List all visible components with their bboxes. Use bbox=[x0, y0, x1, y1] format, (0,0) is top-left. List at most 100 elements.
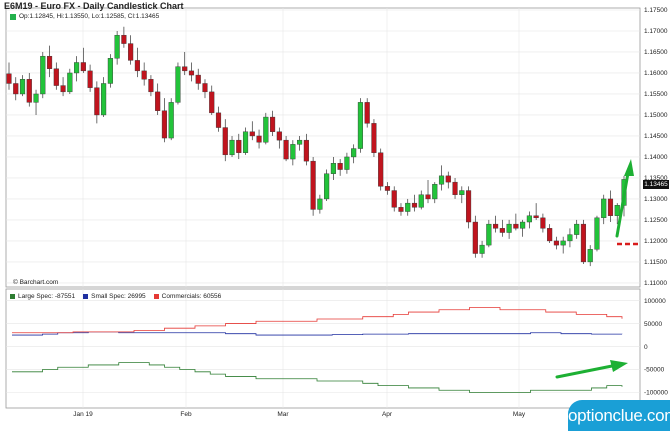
candle-body-down bbox=[499, 228, 505, 233]
candle-body-down bbox=[364, 102, 370, 124]
candle-layer bbox=[6, 26, 627, 267]
source-credit: © Barchart.com bbox=[13, 279, 59, 286]
x-axis-month-label: Apr bbox=[382, 411, 393, 418]
cot-y-tick-label: -100000 bbox=[644, 390, 668, 397]
candle-body-down bbox=[384, 186, 391, 191]
candle-body-down bbox=[202, 83, 208, 93]
price-y-tick-label: 1.16000 bbox=[644, 70, 668, 77]
candle-body-up bbox=[418, 194, 424, 208]
candle-body-down bbox=[310, 160, 316, 210]
cot-y-tick-label: -50000 bbox=[644, 367, 665, 374]
candle-body-down bbox=[445, 175, 451, 183]
candle-body-down bbox=[26, 79, 32, 103]
candle-body-down bbox=[80, 62, 86, 72]
candle-body-down bbox=[540, 217, 546, 229]
candle-body-down bbox=[425, 194, 431, 200]
candle-body-down bbox=[270, 116, 276, 132]
candle-body-down bbox=[256, 135, 262, 143]
candle-body-down bbox=[195, 74, 201, 84]
price-panel-frame bbox=[5, 7, 641, 288]
annotation-layer bbox=[555, 159, 640, 379]
candle-body-up bbox=[567, 234, 573, 242]
candle-body-up bbox=[560, 240, 566, 246]
legend-swatch-commercials bbox=[153, 294, 159, 299]
price-y-tick-label: 1.17000 bbox=[644, 28, 668, 35]
candle-body-up bbox=[479, 244, 485, 254]
price-y-tick-label: 1.14000 bbox=[644, 154, 668, 161]
optionclue-logo: optionclue.com bbox=[568, 400, 670, 431]
candle-body-up bbox=[587, 249, 593, 263]
candle-body-up bbox=[324, 173, 330, 200]
candle-body-down bbox=[249, 131, 255, 137]
candle-body-down bbox=[148, 79, 154, 93]
candle-body-down bbox=[580, 223, 587, 263]
candle-body-down bbox=[134, 60, 140, 72]
price-y-tick-label: 1.13000 bbox=[644, 196, 668, 203]
candle-body-up bbox=[263, 116, 269, 143]
candle-body-down bbox=[276, 131, 282, 141]
candle-body-up bbox=[351, 148, 357, 158]
candle-body-down bbox=[13, 83, 19, 95]
candle-body-down bbox=[465, 190, 472, 223]
candle-body-up bbox=[330, 163, 336, 174]
axis-layer: 1.17500 1.17000 1.16500 1.16000 1.15500 1.150… bbox=[73, 7, 668, 418]
candle-body-up bbox=[297, 139, 303, 145]
candle-body-up bbox=[432, 184, 438, 200]
candle-body-down bbox=[182, 66, 188, 72]
candle-body-down bbox=[337, 163, 343, 170]
candle-body-down bbox=[94, 87, 100, 116]
candle-body-up bbox=[229, 139, 235, 156]
candle-body-down bbox=[513, 223, 519, 229]
price-y-tick-label: 1.15500 bbox=[644, 91, 668, 98]
cot-legend: Large Spec: -87551 Small Spec: 26995 Com… bbox=[10, 293, 221, 300]
candle-body-up bbox=[114, 34, 120, 59]
candle-body-up bbox=[33, 93, 39, 103]
candle-body-up bbox=[19, 79, 26, 95]
chart-canvas: 1.17500 1.17000 1.16500 1.16000 1.15500 1.150… bbox=[5, 7, 668, 418]
ohlc-swatch bbox=[10, 13, 16, 20]
legend-label-small-spec: Small Spec: 26995 bbox=[91, 293, 146, 300]
candle-body-up bbox=[175, 66, 181, 103]
candle-body-up bbox=[520, 221, 526, 229]
candle-body-down bbox=[391, 190, 397, 208]
ohlc-readout: Op:1.12845, Hi:1.13550, Lo:1.12585, Cl:1… bbox=[10, 13, 159, 20]
candle-body-down bbox=[215, 112, 222, 128]
candle-body-down bbox=[411, 202, 418, 208]
cot-line-small-spec bbox=[12, 331, 623, 336]
candle-body-up bbox=[74, 62, 80, 74]
price-y-tick-label: 1.12000 bbox=[644, 238, 668, 245]
candle-body-down bbox=[121, 34, 127, 44]
candle-body-up bbox=[438, 175, 445, 185]
candle-body-up bbox=[574, 223, 580, 235]
candle-body-up bbox=[594, 217, 600, 250]
candle-body-down bbox=[553, 240, 559, 246]
candle-body-down bbox=[53, 68, 59, 86]
candle-body-up bbox=[344, 156, 350, 170]
x-axis-month-label: May bbox=[513, 411, 526, 418]
candle-body-down bbox=[371, 123, 377, 153]
ohlc-text: Op:1.12845, Hi:1.13550, Lo:1.12585, Cl:1… bbox=[19, 13, 160, 20]
candle-body-down bbox=[188, 70, 195, 76]
cot-up-arrow-shaft bbox=[555, 364, 614, 379]
candle-body-down bbox=[493, 223, 499, 229]
candle-body-down bbox=[6, 73, 12, 84]
candle-body-up bbox=[317, 198, 323, 210]
candle-body-down bbox=[472, 221, 478, 254]
price-up-arrow-head bbox=[624, 159, 634, 176]
candle-body-up bbox=[459, 190, 465, 195]
candle-body-up bbox=[614, 205, 620, 216]
legend-swatch-small-spec bbox=[83, 294, 89, 299]
candle-body-down bbox=[141, 70, 147, 80]
candle-body-up bbox=[601, 198, 607, 219]
cot-line-large-spec bbox=[12, 362, 623, 393]
candle-body-down bbox=[161, 110, 168, 139]
candle-body-down bbox=[87, 70, 93, 88]
candle-body-up bbox=[405, 202, 411, 212]
candle-body-down bbox=[452, 181, 458, 195]
candle-body-down bbox=[128, 43, 134, 61]
x-axis-month-label: Feb bbox=[180, 411, 192, 418]
price-y-tick-label: 1.14500 bbox=[644, 133, 668, 140]
candle-body-up bbox=[107, 58, 113, 84]
cot-layer bbox=[12, 307, 623, 393]
candle-body-up bbox=[357, 102, 363, 149]
